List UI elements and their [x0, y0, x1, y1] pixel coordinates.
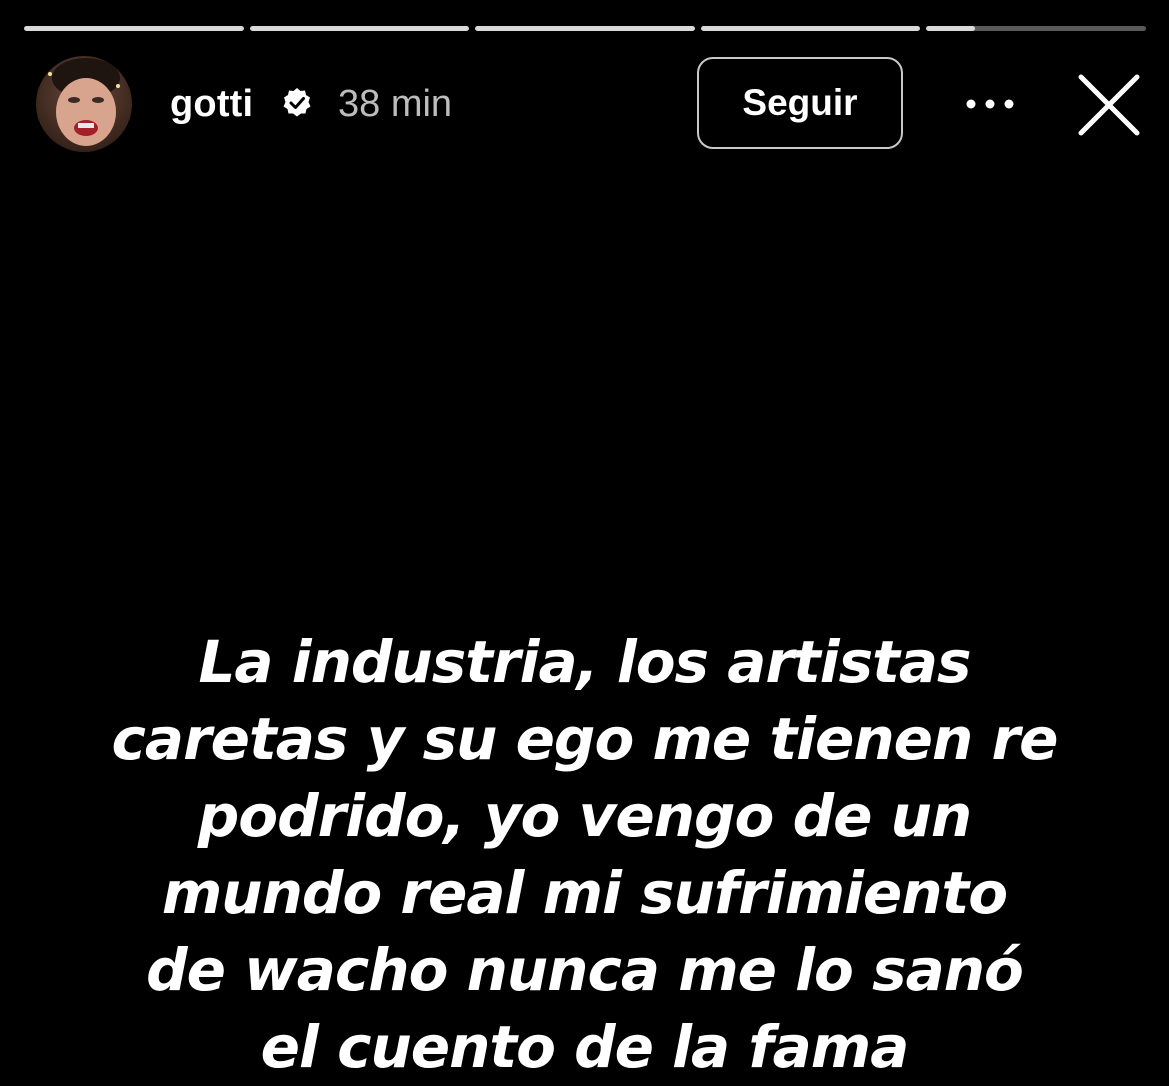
progress-segment-fill	[700, 26, 921, 31]
post-time: 38 min	[338, 83, 453, 125]
progress-segment-fill	[475, 26, 695, 31]
story-text-line: de wacho nunca me lo sanó	[146, 936, 1024, 1004]
story-text-line: caretas y su ego me tienen re	[111, 705, 1059, 773]
progress-segment	[926, 26, 1146, 31]
story-text-line: La industria, los artistas	[198, 628, 971, 696]
progress-segment-fill	[24, 26, 244, 31]
progress-segment-fill	[249, 26, 470, 31]
progress-segment	[24, 26, 244, 31]
close-icon[interactable]	[1076, 72, 1142, 138]
avatar[interactable]	[36, 56, 132, 152]
avatar-image	[36, 56, 132, 152]
verified-badge-icon	[283, 88, 311, 117]
progress-segment	[475, 26, 695, 31]
story-text-line: mundo real mi sufrimiento	[161, 859, 1008, 927]
username[interactable]: gotti	[170, 82, 253, 126]
story-text: La industria, los artistas caretas y su …	[60, 624, 1109, 1086]
story-text-line: el cuento de la fama	[260, 1013, 910, 1081]
progress-segment	[249, 26, 470, 31]
more-horizontal-icon[interactable]	[962, 90, 1018, 118]
progress-segment-fill	[926, 26, 975, 31]
story-text-line: podrido, yo vengo de un	[197, 782, 972, 850]
story-progress-bar	[24, 26, 1146, 31]
follow-button[interactable]: Seguir	[697, 57, 903, 149]
progress-segment	[700, 26, 921, 31]
